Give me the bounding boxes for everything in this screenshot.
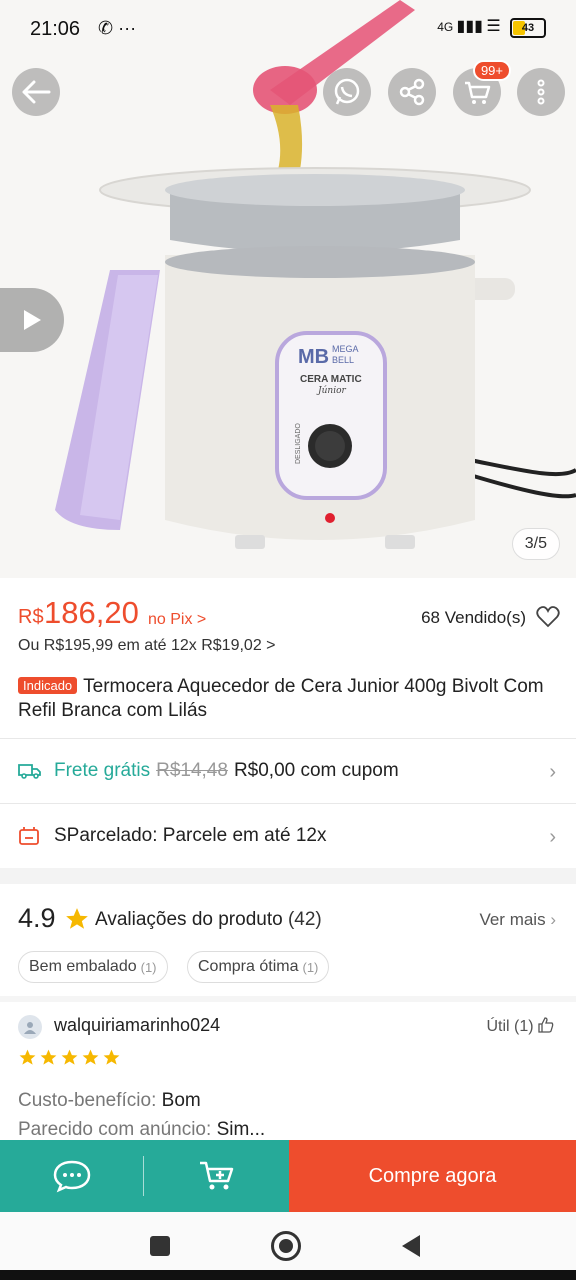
chevron-right-icon: › xyxy=(550,910,556,929)
svg-text:BELL: BELL xyxy=(332,355,354,365)
whatsapp-share-button[interactable] xyxy=(323,68,371,116)
heart-icon xyxy=(536,606,560,628)
sparcelado-text: SParcelado: Parcele em até 12x xyxy=(54,825,327,846)
recommended-tag: Indicado xyxy=(18,677,78,694)
review-filter-chip[interactable]: Bem embalado (1) xyxy=(18,951,168,983)
battery-icon: 43 xyxy=(510,17,546,38)
more-options-button[interactable] xyxy=(517,68,565,116)
star-icon xyxy=(82,1049,99,1065)
cart-count-badge: 99+ xyxy=(472,60,511,81)
home-button[interactable] xyxy=(271,1231,301,1261)
helpful-button[interactable]: Útil (1) xyxy=(486,1017,554,1036)
reviews-heading: Avaliações do produto (42) xyxy=(95,909,322,930)
chevron-right-icon: › xyxy=(549,761,556,783)
pix-link[interactable]: no Pix > xyxy=(148,611,206,629)
free-shipping-label: Frete grátis xyxy=(54,760,151,781)
share-icon xyxy=(399,78,425,106)
cart-icon xyxy=(465,81,491,104)
cart-button[interactable]: 99+ xyxy=(453,60,511,116)
buy-now-button[interactable]: Compre agora xyxy=(289,1140,576,1212)
star-icon xyxy=(40,1049,57,1065)
status-notification-icons: ✆ ··· xyxy=(98,18,136,39)
installment-icon xyxy=(18,824,42,848)
price-currency: R$ xyxy=(18,606,44,628)
reviewer-name: walquiriamarinho024 xyxy=(54,1015,221,1035)
network-type: 4G xyxy=(437,20,454,34)
see-more-reviews-link[interactable]: Ver mais › xyxy=(479,910,556,930)
shipping-value: R$0,00 com cupom xyxy=(233,760,399,781)
whatsapp-notification-icon: ✆ xyxy=(98,18,114,38)
installment-link[interactable]: Ou R$195,99 em até 12x R$19,02 > xyxy=(18,637,276,655)
svg-text:Júnior: Júnior xyxy=(316,385,346,396)
add-to-cart-button[interactable] xyxy=(144,1140,289,1212)
user-icon xyxy=(24,1022,36,1034)
review-stars xyxy=(18,1048,121,1067)
add-cart-icon xyxy=(199,1161,233,1190)
sparcelado-row[interactable]: SParcelado: Parcele em até 12x › xyxy=(0,804,576,868)
price-value: 186,20 xyxy=(44,595,139,630)
thumbs-up-icon xyxy=(538,1017,554,1033)
back-triangle-icon xyxy=(402,1235,420,1257)
review-attribute: Parecido com anúncio: Sim... xyxy=(18,1119,266,1140)
svg-text:MB: MB xyxy=(298,346,329,368)
signal-icon: ▮▮▮ xyxy=(456,18,483,35)
chevron-right-icon: › xyxy=(549,826,556,848)
truck-icon xyxy=(18,759,42,783)
sold-count: 68 Vendido(s) xyxy=(421,608,526,627)
favorite-button[interactable] xyxy=(536,606,560,633)
play-icon xyxy=(24,310,41,330)
review-filter-chip[interactable]: Compra ótima (1) xyxy=(187,951,330,983)
svg-text:CERA MATIC: CERA MATIC xyxy=(300,374,362,385)
status-right-icons: 4G ▮▮▮ ☰ 43 xyxy=(437,16,546,38)
play-video-button[interactable] xyxy=(0,288,64,352)
back-nav-button[interactable] xyxy=(400,1234,422,1263)
chat-icon xyxy=(53,1160,90,1193)
star-icon xyxy=(19,1049,36,1065)
image-counter: 3/5 xyxy=(511,528,560,560)
share-button[interactable] xyxy=(388,68,436,116)
screen-edge xyxy=(0,1270,576,1280)
star-icon xyxy=(61,1049,78,1065)
whatsapp-icon xyxy=(334,78,360,105)
review-attribute: Custo-benefício: Bom xyxy=(18,1090,201,1111)
wifi-icon: ☰ xyxy=(486,18,501,35)
arrow-left-icon xyxy=(22,80,51,104)
secondary-actions xyxy=(0,1140,289,1212)
back-button[interactable] xyxy=(12,68,60,116)
star-icon xyxy=(103,1049,120,1065)
svg-text:MEGA: MEGA xyxy=(332,344,359,354)
section-gap xyxy=(0,996,576,1002)
more-vertical-icon xyxy=(537,79,545,105)
status-time: 21:06 xyxy=(30,18,81,40)
more-notifications-icon: ··· xyxy=(118,18,137,38)
old-shipping-price: R$14,48 xyxy=(156,760,228,781)
star-icon xyxy=(64,906,90,937)
rating-score: 4.9 xyxy=(18,903,56,933)
status-bar: 21:06 ✆ ··· 4G ▮▮▮ ☰ 43 xyxy=(0,0,576,60)
section-gap xyxy=(0,868,576,884)
recent-apps-button[interactable] xyxy=(150,1236,170,1256)
svg-text:DESLIGADO: DESLIGADO xyxy=(295,423,302,464)
chat-button[interactable] xyxy=(0,1140,143,1212)
shipping-row[interactable]: Frete grátis R$14,48 R$0,00 com cupom › xyxy=(0,739,576,803)
product-title-text: Termocera Aquecedor de Cera Junior 400g … xyxy=(18,676,544,721)
avatar xyxy=(18,1015,42,1039)
product-title: Indicado Termocera Aquecedor de Cera Juni… xyxy=(18,674,563,723)
action-bar: Compre agora xyxy=(0,1140,576,1212)
